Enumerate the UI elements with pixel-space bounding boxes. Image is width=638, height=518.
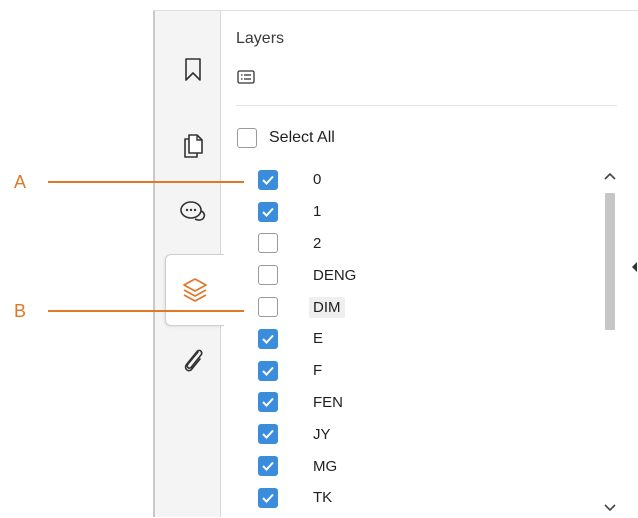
layer-row[interactable]: 0	[255, 164, 600, 196]
pages-icon	[182, 133, 204, 159]
layer-checkbox[interactable]	[258, 169, 278, 190]
layer-checkbox[interactable]	[258, 201, 278, 222]
layer-name: FEN	[313, 393, 343, 411]
layer-name: MG	[313, 457, 338, 475]
layers-icon	[181, 276, 209, 304]
callout-line-b	[48, 310, 244, 312]
layer-name: 0	[313, 171, 322, 189]
layer-name: TK	[313, 489, 333, 507]
layer-name: JY	[313, 425, 331, 443]
pane-top-border	[153, 10, 638, 11]
layer-row[interactable]: 2	[255, 228, 600, 260]
select-all-row[interactable]: Select All	[237, 126, 335, 150]
layer-name: DENG	[313, 266, 357, 284]
comments-icon	[179, 199, 207, 225]
layer-checkbox[interactable]	[258, 487, 278, 508]
layer-name: E	[313, 330, 324, 348]
layer-checkbox[interactable]	[258, 297, 278, 318]
bookmarks-button[interactable]	[166, 44, 220, 96]
layer-row[interactable]: MG	[255, 450, 600, 482]
layer-checkbox[interactable]	[258, 456, 278, 477]
select-all-checkbox[interactable]	[237, 128, 257, 148]
layer-name: F	[313, 362, 323, 380]
layer-row[interactable]: JY	[255, 418, 600, 450]
bookmark-icon	[184, 58, 202, 82]
layer-row[interactable]: F	[255, 355, 600, 387]
scroll-up-arrow-icon[interactable]	[603, 168, 617, 186]
attachments-button[interactable]	[166, 334, 220, 386]
layer-checkbox[interactable]	[258, 328, 278, 349]
layer-list: 0 1 2 DENG DIM E F FEN JY MG TK	[255, 164, 600, 514]
layer-row[interactable]: DIM	[255, 291, 600, 323]
panel-title: Layers	[236, 30, 285, 47]
pages-button[interactable]	[166, 120, 220, 172]
layers-button[interactable]	[165, 254, 224, 326]
panel-divider	[236, 105, 617, 106]
layer-name: DIM	[309, 296, 345, 318]
scroll-down-arrow-icon[interactable]	[603, 500, 617, 518]
options-list-icon	[237, 69, 255, 89]
scrollbar-thumb[interactable]	[605, 193, 615, 330]
callout-line-a	[48, 181, 244, 183]
select-all-label: Select All	[269, 129, 335, 146]
callout-label-a: A	[14, 172, 27, 192]
layer-options-button[interactable]	[236, 69, 256, 89]
layer-name: 1	[313, 203, 322, 221]
layer-checkbox[interactable]	[258, 392, 278, 413]
layer-checkbox[interactable]	[258, 233, 278, 254]
layer-row[interactable]: E	[255, 323, 600, 355]
layer-row[interactable]: 1	[255, 196, 600, 228]
attachment-icon	[180, 346, 206, 374]
comments-button[interactable]	[166, 186, 220, 238]
layer-checkbox[interactable]	[258, 360, 278, 381]
collapse-pane-arrow-icon[interactable]	[631, 260, 638, 278]
layer-name: 2	[313, 234, 322, 252]
layer-row[interactable]: FEN	[255, 387, 600, 419]
layer-checkbox[interactable]	[258, 265, 278, 286]
callout-label-b: B	[14, 301, 27, 321]
layer-row[interactable]: DENG	[255, 259, 600, 291]
layer-checkbox[interactable]	[258, 424, 278, 445]
layer-row[interactable]: TK	[255, 482, 600, 514]
